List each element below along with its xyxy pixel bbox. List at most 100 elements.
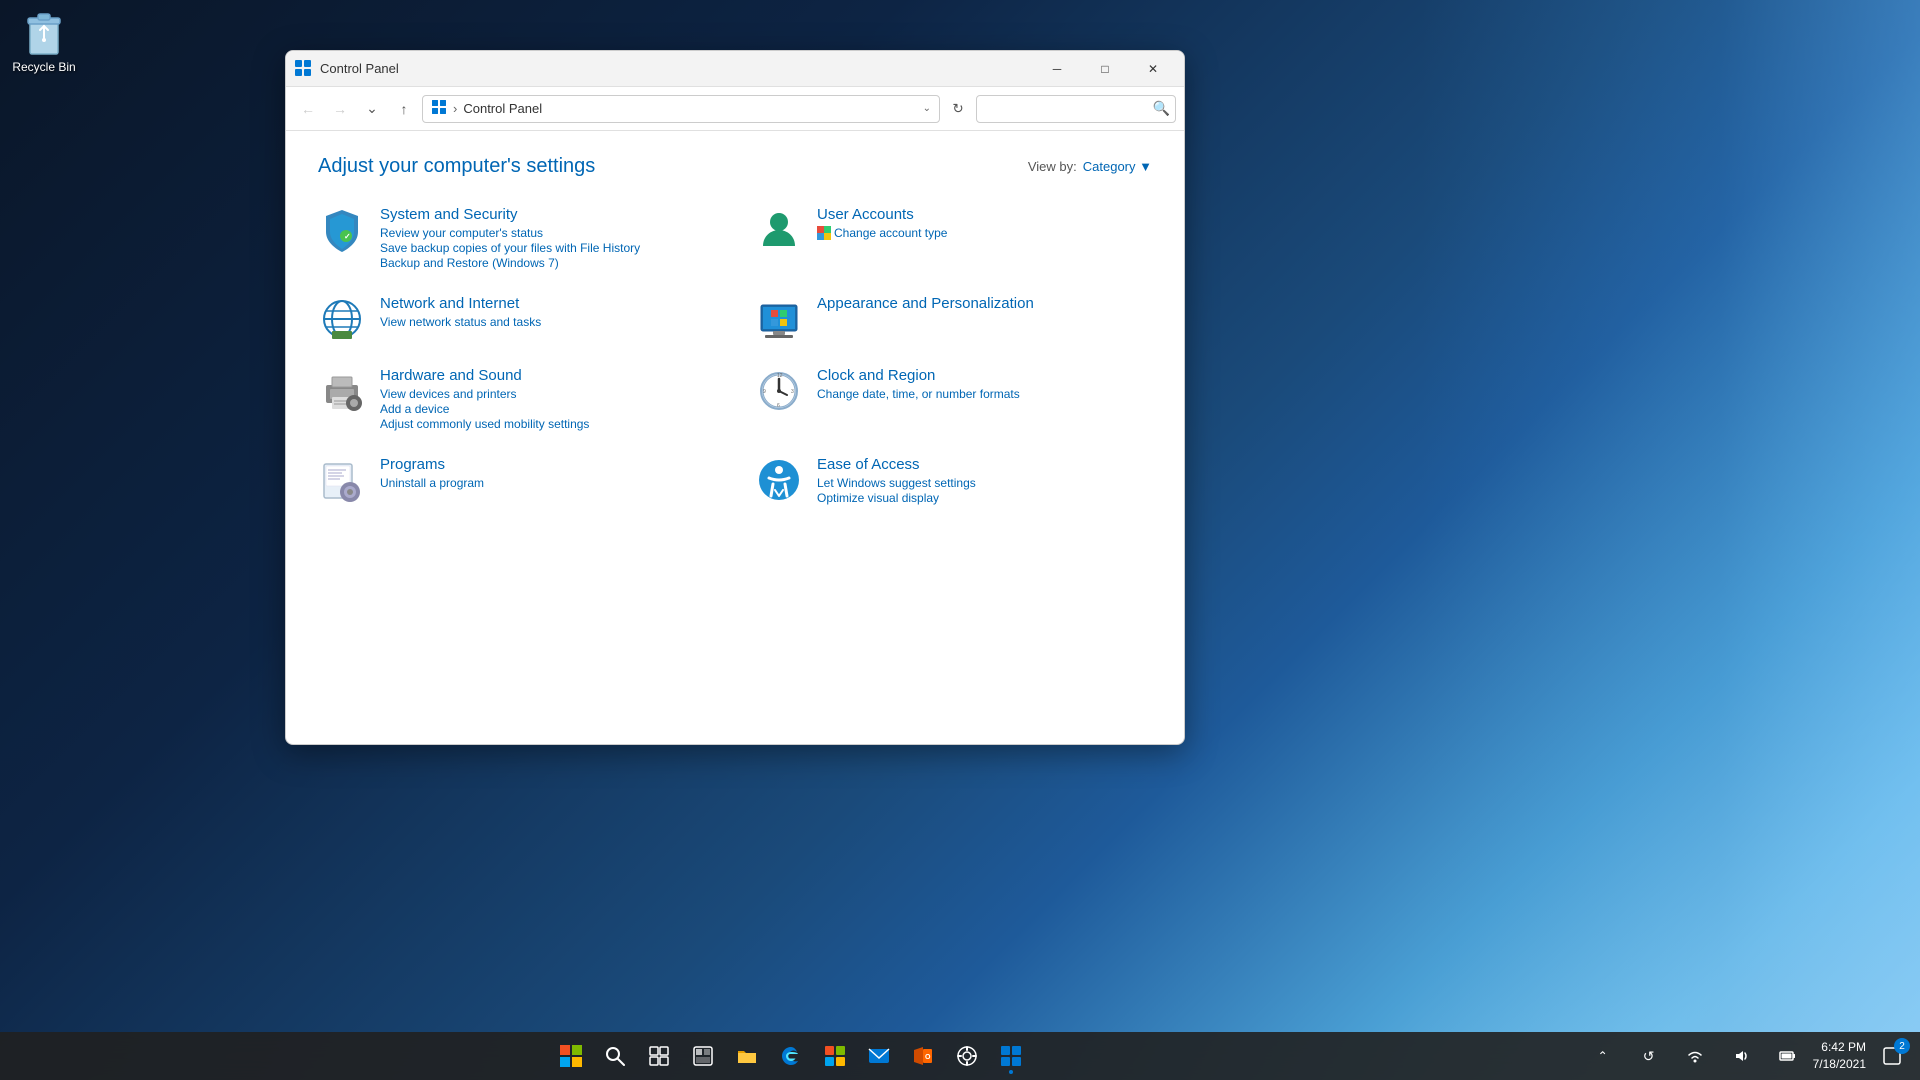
maximize-button[interactable]: □ bbox=[1082, 53, 1128, 85]
svg-text:12: 12 bbox=[777, 373, 783, 379]
recycle-bin-image bbox=[20, 8, 68, 56]
address-bar: ← → ⌄ ↑ › Control Panel ⌄ ↻ bbox=[286, 87, 1184, 131]
programs-text: Programs Uninstall a program bbox=[380, 456, 484, 491]
programs-link-1[interactable]: Uninstall a program bbox=[380, 476, 484, 490]
desktop: Recycle Bin Control Panel ─ □ ✕ ← bbox=[0, 0, 1920, 1080]
view-by: View by: Category ▼ bbox=[1028, 159, 1152, 174]
programs-icon bbox=[318, 456, 366, 504]
svg-text:3: 3 bbox=[791, 389, 794, 395]
clock-text: Clock and Region Change date, time, or n… bbox=[817, 367, 1020, 402]
forward-button[interactable]: → bbox=[326, 95, 354, 123]
path-separator: › bbox=[453, 101, 457, 116]
search-wrapper: 🔍 bbox=[976, 95, 1176, 123]
start-button[interactable] bbox=[551, 1036, 591, 1076]
appearance-title[interactable]: Appearance and Personalization bbox=[817, 295, 1034, 312]
task-view-button[interactable] bbox=[639, 1036, 679, 1076]
hardware-icon bbox=[318, 367, 366, 415]
appearance-text: Appearance and Personalization bbox=[817, 295, 1034, 315]
ease-access-text: Ease of Access Let Windows suggest setti… bbox=[817, 456, 976, 506]
category-hardware[interactable]: Hardware and Sound View devices and prin… bbox=[318, 367, 715, 432]
system-tray-expand[interactable]: ⌃ bbox=[1583, 1036, 1623, 1076]
programs-title[interactable]: Programs bbox=[380, 456, 484, 473]
clock-link-1[interactable]: Change date, time, or number formats bbox=[817, 387, 1020, 401]
close-button[interactable]: ✕ bbox=[1130, 53, 1176, 85]
page-header: Adjust your computer's settings View by:… bbox=[318, 155, 1152, 178]
ease-access-icon bbox=[755, 456, 803, 504]
system-security-link-1[interactable]: Review your computer's status bbox=[380, 226, 640, 240]
page-title: Adjust your computer's settings bbox=[318, 155, 595, 178]
category-clock[interactable]: 12 3 6 9 Clock and Region Change date, t… bbox=[755, 367, 1152, 432]
widgets-button[interactable] bbox=[683, 1036, 723, 1076]
edge-button[interactable] bbox=[771, 1036, 811, 1076]
view-by-label: View by: bbox=[1028, 159, 1077, 174]
view-by-dropdown[interactable]: Category ▼ bbox=[1083, 159, 1152, 174]
address-path-chevron: ⌄ bbox=[923, 103, 931, 114]
tray-icon-1[interactable]: ↺ bbox=[1629, 1036, 1669, 1076]
system-security-text: System and Security Review your computer… bbox=[380, 206, 640, 271]
search-input[interactable] bbox=[976, 95, 1176, 123]
notification-center[interactable]: 2 bbox=[1872, 1036, 1912, 1076]
system-security-link-3[interactable]: Backup and Restore (Windows 7) bbox=[380, 256, 640, 270]
back-button[interactable]: ← bbox=[294, 95, 322, 123]
ease-access-link-1[interactable]: Let Windows suggest settings bbox=[817, 476, 976, 490]
category-ease-access[interactable]: Ease of Access Let Windows suggest setti… bbox=[755, 456, 1152, 506]
recycle-bin-label: Recycle Bin bbox=[12, 60, 75, 74]
system-security-icon: ✓ bbox=[318, 206, 366, 254]
category-user-accounts[interactable]: User Accounts Change account type bbox=[755, 206, 1152, 271]
system-security-link-2[interactable]: Save backup copies of your files with Fi… bbox=[380, 241, 640, 255]
hardware-link-3[interactable]: Adjust commonly used mobility settings bbox=[380, 417, 589, 431]
category-programs[interactable]: Programs Uninstall a program bbox=[318, 456, 715, 506]
hardware-title[interactable]: Hardware and Sound bbox=[380, 367, 589, 384]
svg-text:O: O bbox=[925, 1054, 931, 1061]
network-link-1[interactable]: View network status and tasks bbox=[380, 315, 541, 329]
network-title[interactable]: Network and Internet bbox=[380, 295, 541, 312]
hardware-text: Hardware and Sound View devices and prin… bbox=[380, 367, 589, 432]
taskbar-right: ⌃ ↺ bbox=[1583, 1036, 1920, 1076]
window-app-icon bbox=[294, 59, 314, 79]
category-appearance[interactable]: Appearance and Personalization bbox=[755, 295, 1152, 343]
category-network[interactable]: Network and Internet View network status… bbox=[318, 295, 715, 343]
mail-button[interactable] bbox=[859, 1036, 899, 1076]
window-titlebar: Control Panel ─ □ ✕ bbox=[286, 51, 1184, 87]
categories-grid: ✓ System and Security Review your comput… bbox=[318, 206, 1152, 506]
clock-title[interactable]: Clock and Region bbox=[817, 367, 1020, 384]
svg-text:6: 6 bbox=[777, 403, 780, 409]
user-accounts-text: User Accounts Change account type bbox=[817, 206, 947, 244]
battery-icon[interactable] bbox=[1767, 1036, 1807, 1076]
window-controls: ─ □ ✕ bbox=[1034, 53, 1176, 85]
office-button[interactable]: O bbox=[903, 1036, 943, 1076]
settings-button[interactable] bbox=[947, 1036, 987, 1076]
address-path[interactable]: › Control Panel ⌄ bbox=[422, 95, 940, 123]
taskbar: O bbox=[0, 1032, 1920, 1080]
system-security-title[interactable]: System and Security bbox=[380, 206, 640, 223]
control-panel-window: Control Panel ─ □ ✕ ← → ⌄ ↑ bbox=[285, 50, 1185, 745]
recycle-bin-icon[interactable]: Recycle Bin bbox=[4, 4, 84, 78]
taskbar-left: O bbox=[0, 1036, 1583, 1076]
address-path-text: Control Panel bbox=[463, 101, 918, 116]
store-button[interactable] bbox=[815, 1036, 855, 1076]
hardware-link-1[interactable]: View devices and printers bbox=[380, 387, 589, 401]
up-button[interactable]: ↑ bbox=[390, 95, 418, 123]
hardware-link-2[interactable]: Add a device bbox=[380, 402, 589, 416]
svg-text:✓: ✓ bbox=[344, 232, 351, 241]
notification-badge: 2 bbox=[1894, 1038, 1910, 1054]
svg-text:9: 9 bbox=[763, 389, 766, 395]
ease-access-link-2[interactable]: Optimize visual display bbox=[817, 491, 976, 505]
wifi-icon[interactable] bbox=[1675, 1036, 1715, 1076]
user-accounts-title[interactable]: User Accounts bbox=[817, 206, 947, 223]
file-explorer-button[interactable] bbox=[727, 1036, 767, 1076]
clock-icon: 12 3 6 9 bbox=[755, 367, 803, 415]
taskbar-time[interactable]: 6:42 PM 7/18/2021 bbox=[1813, 1039, 1866, 1073]
recent-button[interactable]: ⌄ bbox=[358, 95, 386, 123]
category-system-security[interactable]: ✓ System and Security Review your comput… bbox=[318, 206, 715, 271]
ease-access-title[interactable]: Ease of Access bbox=[817, 456, 976, 473]
control-panel-taskbar-button[interactable] bbox=[991, 1036, 1031, 1076]
taskbar-search-button[interactable] bbox=[595, 1036, 635, 1076]
network-text: Network and Internet View network status… bbox=[380, 295, 541, 330]
minimize-button[interactable]: ─ bbox=[1034, 53, 1080, 85]
user-accounts-icon bbox=[755, 206, 803, 254]
window-title: Control Panel bbox=[320, 61, 1034, 76]
refresh-button[interactable]: ↻ bbox=[944, 95, 972, 123]
user-accounts-link-1[interactable]: Change account type bbox=[817, 226, 947, 243]
volume-icon[interactable] bbox=[1721, 1036, 1761, 1076]
